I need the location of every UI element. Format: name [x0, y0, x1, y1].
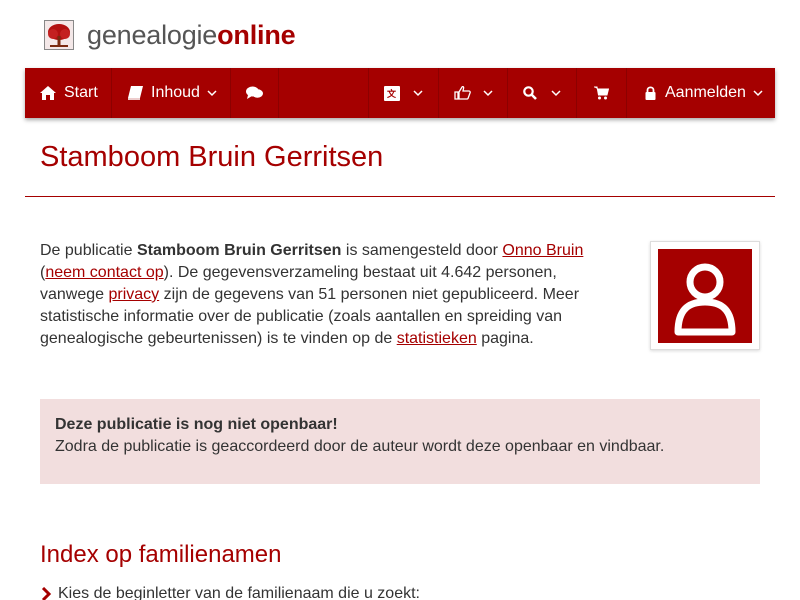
comments-icon	[246, 86, 263, 99]
surname-index-instruction: Kies de beginletter van de familienaam d…	[40, 585, 420, 600]
tree-icon	[44, 20, 74, 50]
svg-text:文: 文	[386, 88, 397, 100]
intro-text: pagina.	[476, 330, 534, 347]
statistics-link[interactable]: statistieken	[397, 330, 477, 347]
avatar-background	[658, 249, 752, 343]
intro-text: De publicatie	[40, 242, 137, 259]
chevron-down-icon	[551, 89, 561, 96]
alert-body: Zodra de publicatie is geaccordeerd door…	[55, 438, 665, 455]
chevron-down-icon	[753, 89, 763, 96]
lock-icon	[645, 86, 656, 100]
nav-spacer	[279, 68, 369, 118]
nav-inhoud[interactable]: Inhoud	[112, 68, 231, 118]
intro-text: is samengesteld door	[341, 242, 503, 259]
site-logo[interactable]: genealogieonline	[44, 18, 296, 52]
nav-shop[interactable]	[577, 68, 627, 118]
thumbs-up-icon	[454, 86, 471, 100]
contact-link[interactable]: neem contact op	[45, 264, 163, 281]
chevron-down-icon	[207, 89, 217, 96]
nav-search[interactable]	[508, 68, 577, 118]
main-navbar: Start Inhoud 文 Aanmelden	[25, 68, 775, 118]
nav-language[interactable]: 文	[369, 68, 439, 118]
book-icon	[128, 86, 143, 100]
nav-start-label: Start	[64, 84, 98, 101]
home-icon	[40, 86, 56, 100]
author-avatar[interactable]	[650, 241, 760, 350]
surname-index-title: Index op familienamen	[40, 541, 282, 568]
user-icon	[674, 263, 736, 336]
publication-name: Stamboom Bruin Gerritsen	[136, 242, 342, 259]
logo-text: genealogieonline	[87, 19, 296, 50]
nav-forum[interactable]	[231, 68, 279, 118]
chevron-right-icon	[41, 587, 52, 600]
author-link[interactable]: Onno Bruin	[502, 242, 583, 259]
nav-inhoud-label: Inhoud	[151, 84, 200, 101]
language-icon: 文	[384, 85, 400, 101]
not-public-alert: Deze publicatie is nog niet openbaar! Zo…	[40, 399, 760, 484]
nav-start[interactable]: Start	[25, 68, 112, 118]
cart-icon	[594, 86, 609, 100]
publication-intro: De publicatie Stamboom Bruin Gerritsen i…	[40, 240, 615, 350]
privacy-link[interactable]: privacy	[109, 286, 160, 303]
instruction-text: Kies de beginletter van de familienaam d…	[58, 585, 420, 600]
search-icon	[523, 86, 537, 100]
title-divider	[25, 196, 775, 197]
nav-rate[interactable]	[439, 68, 508, 118]
alert-heading: Deze publicatie is nog niet openbaar!	[55, 416, 338, 433]
chevron-down-icon	[413, 89, 423, 96]
chevron-down-icon	[483, 89, 493, 96]
nav-aanmelden[interactable]: Aanmelden	[627, 68, 775, 118]
page-title: Stamboom Bruin Gerritsen	[40, 141, 384, 173]
nav-aanmelden-label: Aanmelden	[665, 84, 746, 101]
